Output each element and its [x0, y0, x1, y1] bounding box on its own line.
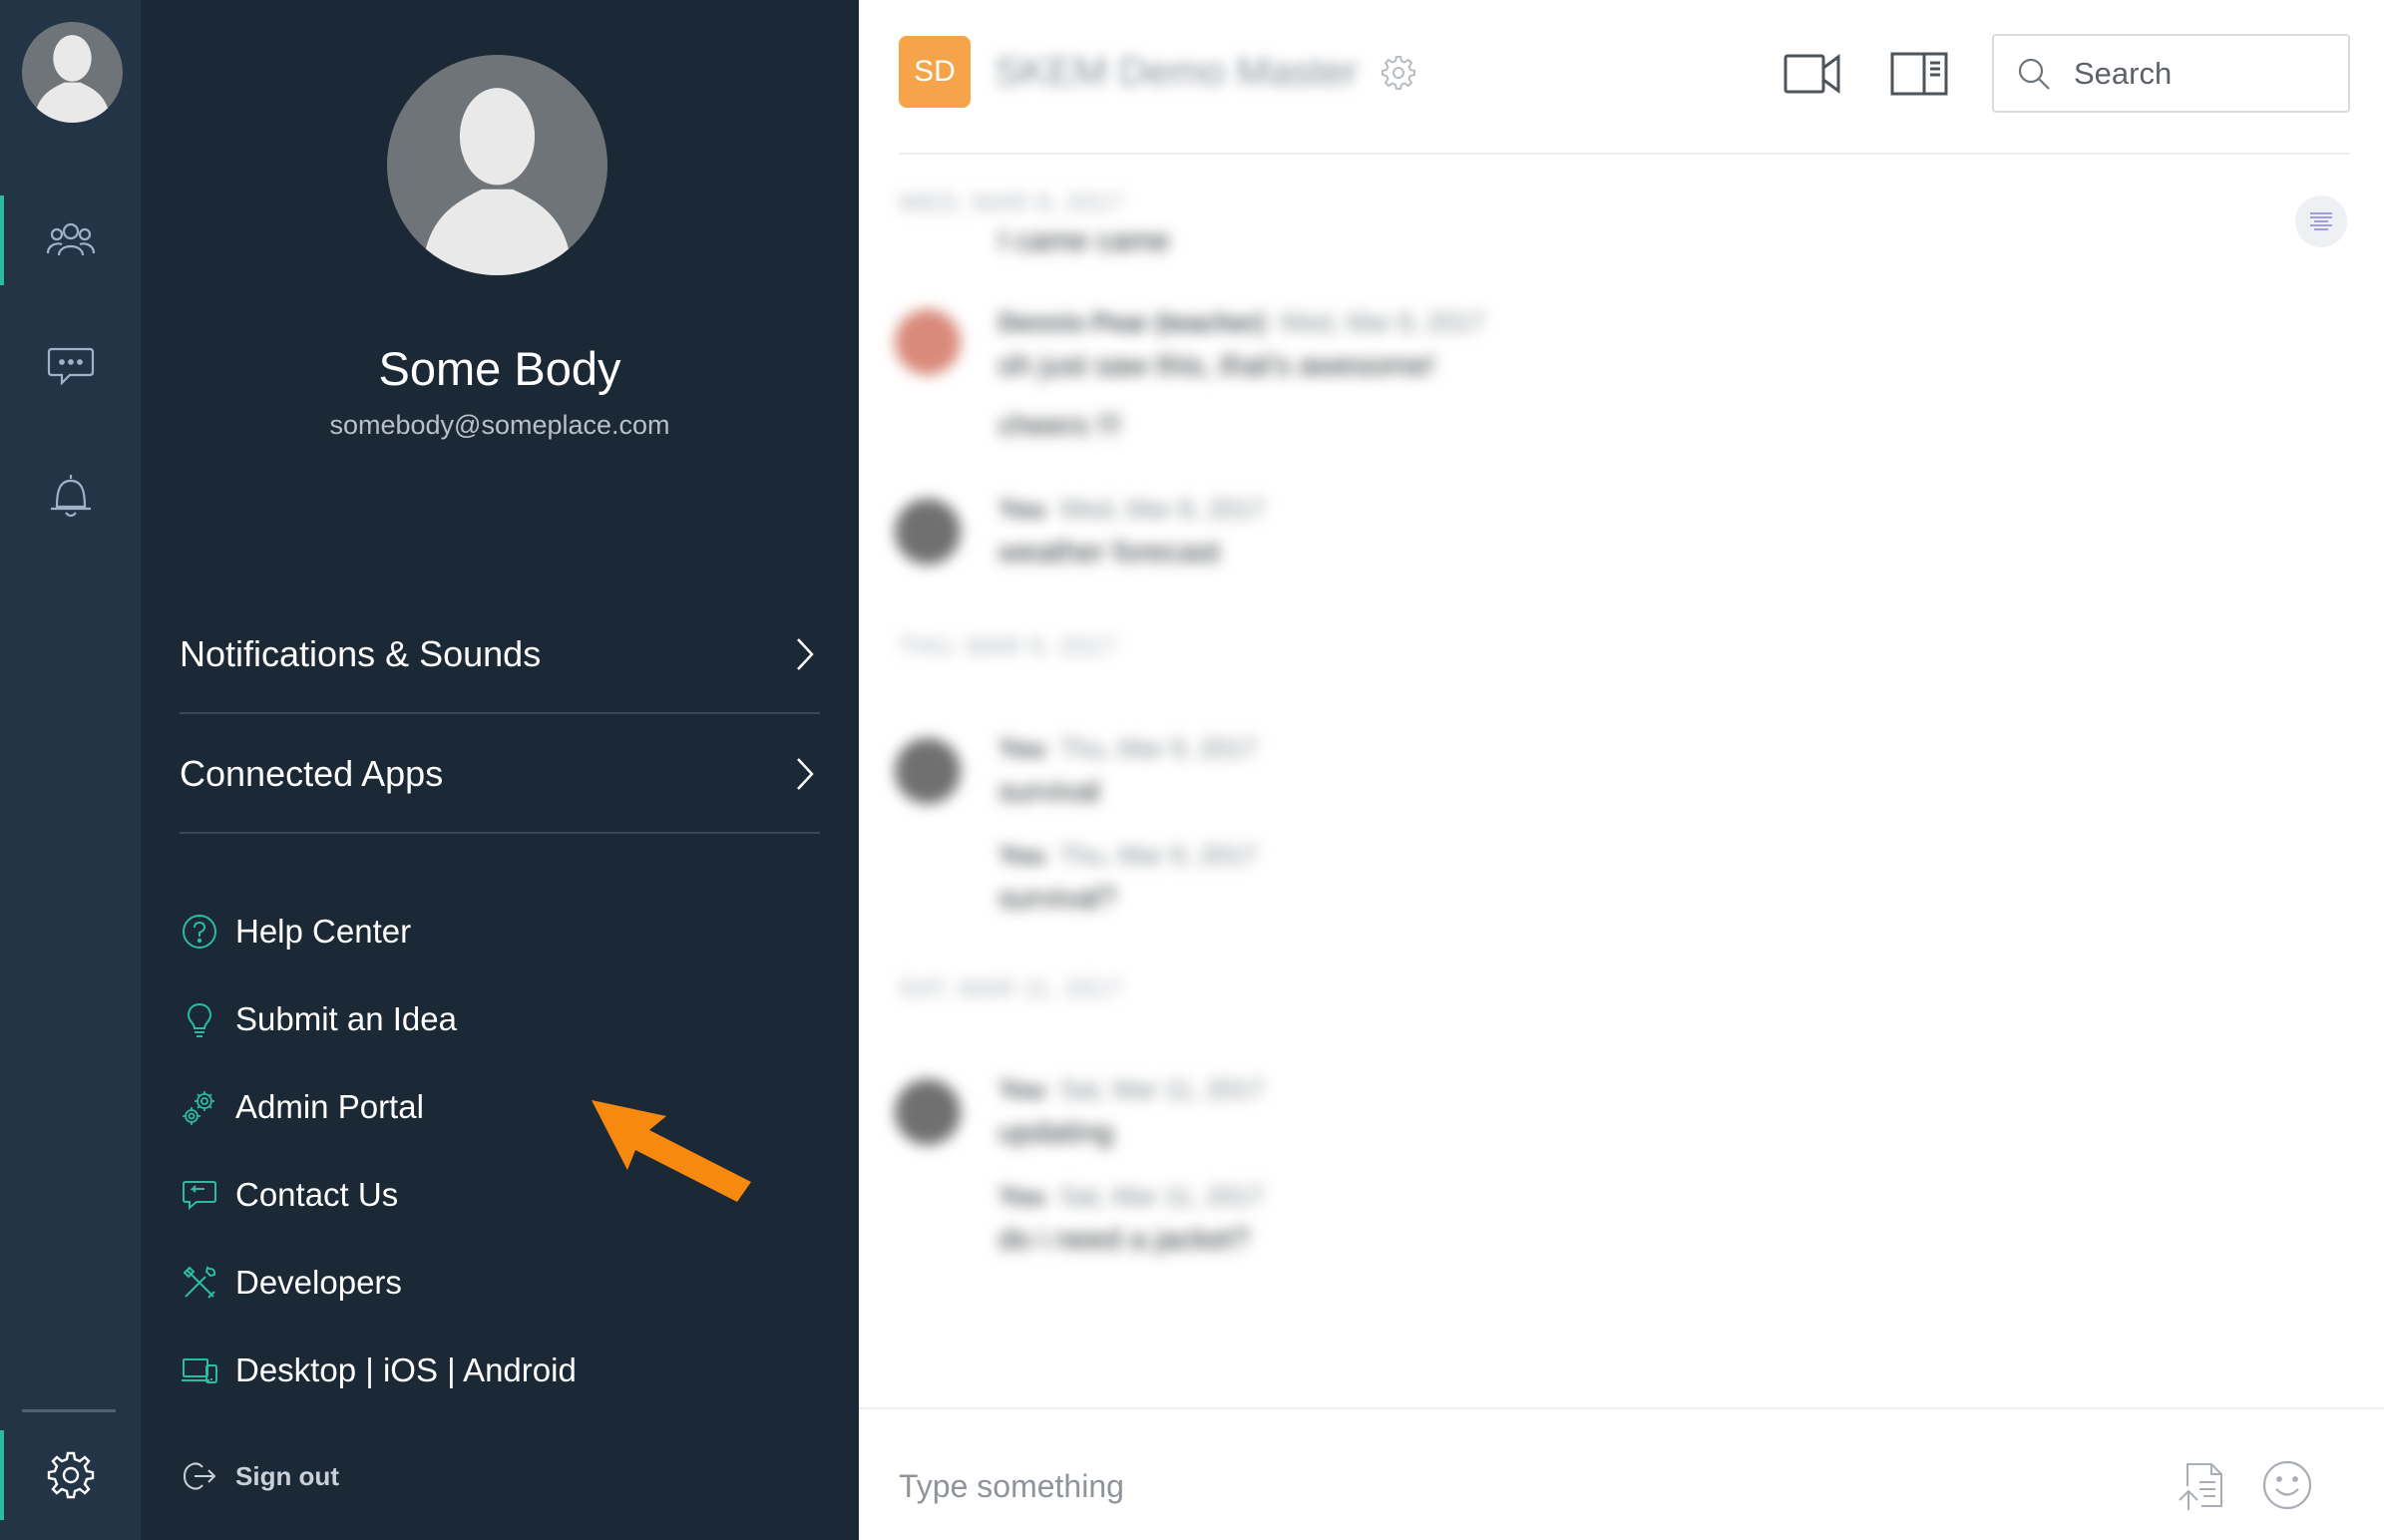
- menu-connected-apps[interactable]: Connected Apps: [180, 716, 820, 834]
- search-box[interactable]: [1992, 34, 2350, 113]
- message-author: You: [998, 1181, 1046, 1211]
- link-label: Admin Portal: [235, 1088, 424, 1125]
- gear-icon: [47, 1451, 94, 1499]
- conversation-settings-gear-icon[interactable]: [1380, 54, 1417, 92]
- attach-file-button[interactable]: [2174, 1456, 2231, 1514]
- devices-icon: [180, 1350, 219, 1390]
- toggle-details-panel-button[interactable]: [1889, 48, 1949, 100]
- conversation-badge[interactable]: SD: [899, 36, 971, 108]
- message-time: Thu, Mar 9, 2017: [1059, 840, 1258, 870]
- message-meta: Dennis Pear (teacher) Wed, Mar 8, 2017: [998, 307, 1485, 338]
- message-meta: You Wed, Mar 8, 2017: [998, 494, 1265, 525]
- day-separator: SAT, MAR 11, 2017: [899, 975, 1123, 1002]
- message-text: do i need a jacket?: [998, 1223, 1250, 1256]
- message-text: updating: [998, 1116, 1114, 1149]
- message-text: cheers !!!: [998, 409, 1122, 442]
- message-avatar[interactable]: [895, 1079, 961, 1145]
- search-input[interactable]: [2074, 55, 2333, 92]
- lightbulb-icon: [180, 999, 219, 1039]
- sign-out-icon: [180, 1456, 219, 1496]
- people-icon: [46, 222, 95, 256]
- message-time: Sat, Mar 11, 2017: [1059, 1181, 1264, 1211]
- person-silhouette-icon: [34, 35, 111, 123]
- person-silhouette-icon: [422, 88, 573, 275]
- message-list: WED, MAR 8, 2017 I came came Dennis Pear…: [859, 160, 2384, 1406]
- video-call-button[interactable]: [1783, 48, 1842, 100]
- link-developers[interactable]: Developers: [180, 1253, 402, 1313]
- chevron-right-icon: [797, 758, 814, 790]
- menu-label: Connected Apps: [180, 753, 444, 794]
- message-meta: You Sat, Mar 11, 2017: [998, 1074, 1264, 1105]
- link-label: Help Center: [235, 913, 412, 950]
- icon-rail: [0, 0, 141, 1540]
- link-contact-us[interactable]: Contact Us: [180, 1165, 398, 1225]
- sign-out-button[interactable]: Sign out: [180, 1446, 339, 1506]
- speech-bubble-icon: [180, 1175, 219, 1215]
- link-admin-portal[interactable]: Admin Portal: [180, 1077, 424, 1137]
- message-composer-input[interactable]: [899, 1446, 2096, 1526]
- tools-icon: [180, 1263, 219, 1303]
- message-author: You: [998, 733, 1046, 763]
- menu-notifications-sounds[interactable]: Notifications & Sounds: [180, 596, 820, 714]
- message-author: Dennis Pear (teacher): [998, 307, 1266, 337]
- file-upload-icon: [2179, 1463, 2222, 1510]
- highlight-arrow-icon: [592, 1100, 751, 1202]
- emoji-button[interactable]: [2258, 1456, 2316, 1514]
- header-divider: [899, 153, 2350, 155]
- rail-item-messages[interactable]: [0, 321, 141, 411]
- link-help-center[interactable]: Help Center: [180, 902, 411, 962]
- rail-divider: [22, 1409, 116, 1412]
- sign-out-label: Sign out: [235, 1460, 339, 1491]
- day-separator: THU, MAR 9, 2017: [899, 633, 1117, 660]
- rail-avatar[interactable]: [22, 22, 123, 123]
- rail-item-team[interactable]: [0, 195, 141, 285]
- link-label: Contact Us: [235, 1176, 399, 1213]
- message-meta: You Thu, Mar 9, 2017: [998, 733, 1257, 764]
- message-avatar[interactable]: [895, 499, 961, 565]
- message-time: Sat, Mar 11, 2017: [1059, 1074, 1264, 1104]
- profile-name: Some Body: [378, 342, 621, 395]
- link-desktop-ios-android[interactable]: Desktop | iOS | Android: [180, 1341, 577, 1400]
- message-text: I came came: [998, 224, 1170, 257]
- rail-item-settings[interactable]: [0, 1430, 141, 1520]
- link-label: Desktop | iOS | Android: [235, 1351, 577, 1388]
- message-meta: You Sat, Mar 11, 2017: [998, 1181, 1264, 1212]
- message-text: weather forecast: [998, 536, 1220, 569]
- message-author: You: [998, 494, 1046, 524]
- message-time: Wed, Mar 8, 2017: [1059, 494, 1266, 524]
- message-avatar[interactable]: [895, 309, 961, 375]
- conversation-title: SKEM Demo Master: [994, 50, 1359, 94]
- link-label: Developers: [235, 1264, 402, 1301]
- video-camera-icon: [1784, 54, 1840, 94]
- message-avatar[interactable]: [895, 738, 961, 804]
- side-panel-icon: [1890, 52, 1948, 96]
- rail-item-notifications[interactable]: [0, 451, 141, 541]
- link-label: Submit an Idea: [235, 1000, 457, 1037]
- chat-bubble-icon: [47, 347, 94, 386]
- conversation-header: SD SKEM Demo Master: [859, 0, 2384, 156]
- chevron-right-icon: [797, 638, 814, 670]
- message-meta: You Thu, Mar 9, 2017: [998, 840, 1257, 871]
- menu-label: Notifications & Sounds: [180, 633, 542, 674]
- message-text: oh just saw this, that's awesome!: [998, 349, 1435, 382]
- message-time: Thu, Mar 9, 2017: [1059, 733, 1258, 763]
- day-separator: WED, MAR 8, 2017: [899, 190, 1124, 216]
- message-author: You: [998, 840, 1046, 870]
- message-text: survival?: [998, 882, 1117, 915]
- composer-divider: [859, 1407, 2384, 1409]
- smiley-icon: [2262, 1460, 2312, 1510]
- settings-panel: Some Body somebody@someplace.com Notific…: [141, 0, 859, 1540]
- profile-email: somebody@someplace.com: [329, 410, 670, 440]
- message-author: You: [998, 1074, 1046, 1104]
- search-icon: [2018, 58, 2050, 90]
- question-circle-icon: [180, 912, 219, 952]
- message-text: survival: [998, 775, 1100, 808]
- conversation-area: SD SKEM Demo Master Search WED, MAR 8, 2…: [859, 0, 2384, 1540]
- gears-icon: [180, 1087, 219, 1127]
- profile-avatar[interactable]: [387, 55, 607, 275]
- bell-icon: [50, 475, 91, 518]
- link-submit-idea[interactable]: Submit an Idea: [180, 989, 457, 1049]
- message-time: Wed, Mar 8, 2017: [1279, 307, 1485, 337]
